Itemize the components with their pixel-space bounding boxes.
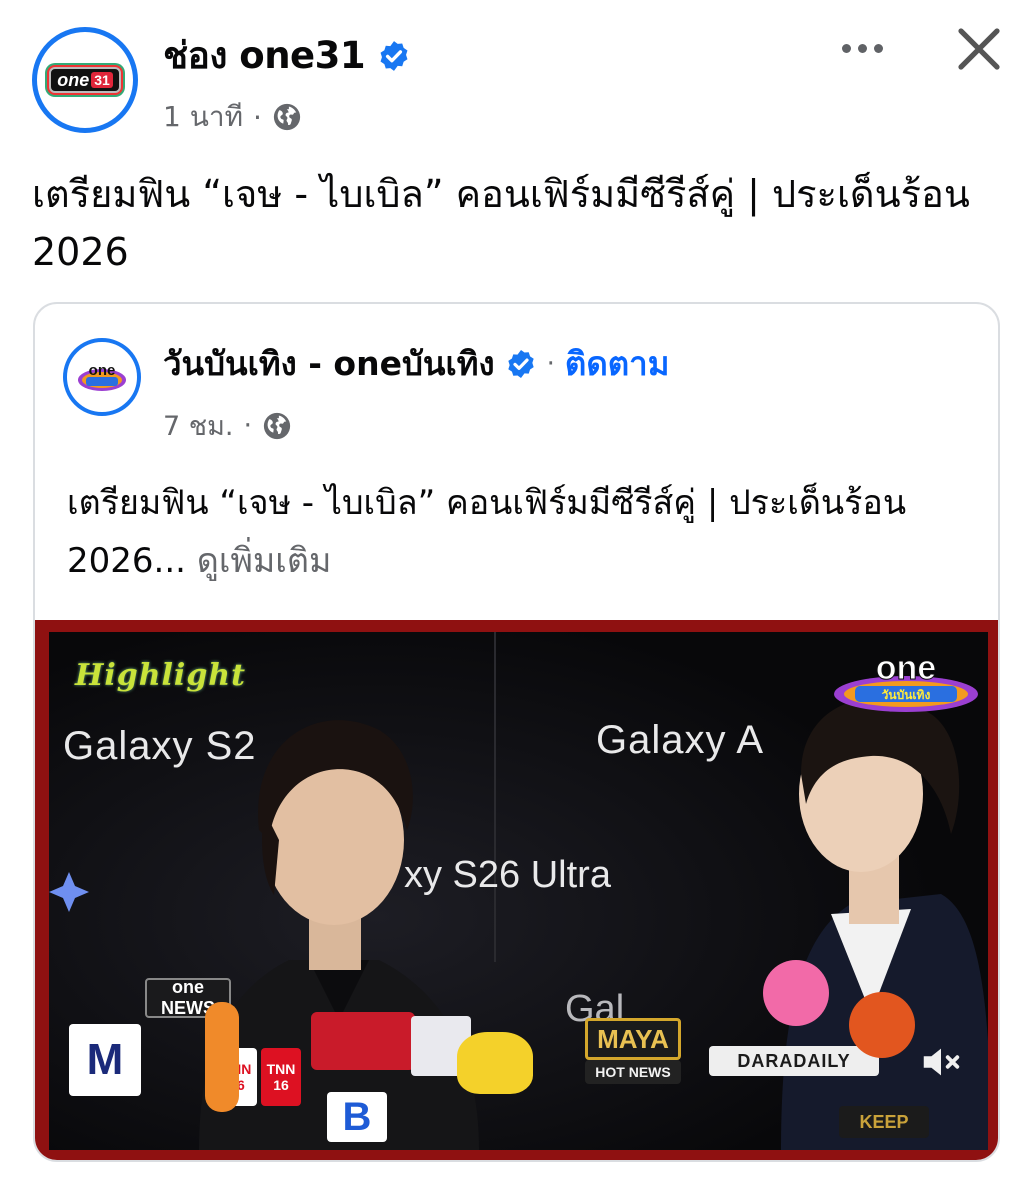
verified-badge-icon [377,39,411,73]
corner-logo-bottom: วันบันเทิง [882,688,931,702]
corner-logo-top: one [876,649,936,687]
logo-one-text: one [57,69,90,90]
video-player[interactable]: Highlight Galaxy S2 Galaxy A Gal xy S26 … [35,620,998,1160]
mute-icon[interactable] [913,1034,969,1090]
logo-number-text: 31 [91,72,113,88]
mic-flag-tnn: TNN 16 [261,1048,301,1106]
follow-button[interactable]: ติดตาม [565,337,670,390]
mic-flag-hot-news: HOT NEWS [585,1060,681,1084]
page-name[interactable]: ช่อง one31 [163,26,411,85]
mic-flag-m: M [69,1024,141,1096]
verified-badge-icon [505,348,537,380]
more-dot [857,43,867,53]
shared-page-name-text[interactable]: วันบันเทิง - oneบันเทิง [163,337,495,390]
shared-caption-text: เตรียมฟิน “เจษ - ไบเบิล” คอนเฟิร์มมีซีรี… [67,483,907,581]
post-meta: 1 นาที · [163,95,302,139]
post-time[interactable]: 1 นาที [163,95,243,139]
channel-corner-logo: one วันบันเทิง [834,649,978,712]
name-separator: · [546,348,555,379]
more-dot [841,43,851,53]
mic-flag-b: B [327,1092,387,1142]
page-name-text[interactable]: ช่อง one31 [163,26,366,85]
mic-flag-maya: MAYA [585,1018,681,1060]
avatar-logo-frame: one 31 [41,36,129,124]
shared-page-avatar[interactable]: one [63,338,141,416]
meta-separator: · [243,410,253,441]
mic-flag-red [311,1012,415,1070]
shared-post-card[interactable]: one วันบันเทิง - oneบันเทิง · ติดตาม 7 ช… [33,302,1000,1162]
shared-post-meta: 7 ชม. · [163,404,292,447]
shared-post-time[interactable]: 7 ชม. [163,404,233,447]
mic-flag-keep: KEEP [839,1106,929,1138]
page-avatar[interactable]: one 31 [32,27,138,133]
one31-logo: one 31 [49,67,121,93]
one-bantheung-logo: one [78,362,126,391]
svg-text:one: one [89,362,116,379]
video-frame[interactable]: Highlight Galaxy S2 Galaxy A Gal xy S26 … [49,632,988,1150]
mic-foam-orange [205,1002,239,1112]
mic-flag-daradaily: DARADAILY [709,1046,879,1076]
mic-flag-orange [849,992,915,1058]
backdrop-text: xy S26 Ultra [404,854,611,896]
close-icon[interactable] [952,22,1006,76]
shared-post-caption: เตรียมฟิน “เจษ - ไบเบิล” คอนเฟิร์มมีซีรี… [67,474,967,590]
mic-flag-pink [763,960,829,1026]
mic-flag-yellow [457,1032,533,1094]
globe-icon [262,411,292,441]
backdrop-text: Galaxy A [596,718,765,762]
shared-page-name: วันบันเทิง - oneบันเทิง · ติดตาม [163,337,669,390]
post-caption: เตรียมฟิน “เจษ - ไบเบิล” คอนเฟิร์มมีซีรี… [32,172,970,274]
see-more-link[interactable]: ดูเพิ่มเติม [197,541,332,581]
more-dot [873,43,883,53]
more-options-icon[interactable] [832,30,892,66]
meta-separator: · [253,100,262,134]
highlight-label: Highlight [75,658,246,693]
globe-icon [272,102,302,132]
